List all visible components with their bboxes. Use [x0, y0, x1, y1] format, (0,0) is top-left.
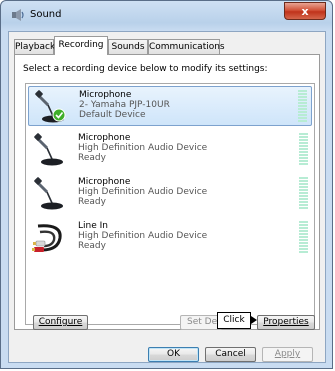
tab-communications[interactable]: Communications — [148, 39, 225, 54]
configure-label: Configure — [38, 317, 83, 327]
microphone-icon — [34, 133, 63, 166]
instruction-text: Select a recording device below to modif… — [23, 64, 268, 74]
level-meter — [299, 221, 308, 255]
device-item-microphone-hd-1[interactable]: Microphone High Definition Audio Device … — [28, 130, 312, 170]
device-description: High Definition Audio Device — [78, 231, 208, 241]
dialog-body: Playback Recording Sounds Communications… — [8, 31, 326, 363]
device-description: High Definition Audio Device — [78, 143, 208, 153]
device-item-microphone-yamaha[interactable]: Microphone 2- Yamaha PJP-10UR Default De… — [28, 86, 312, 126]
configure-button[interactable]: Configure — [33, 315, 88, 330]
window-title: Sound — [30, 9, 62, 20]
cancel-button[interactable]: Cancel — [205, 347, 256, 362]
microphone-icon — [34, 177, 63, 210]
microphone-icon — [35, 90, 66, 123]
line-in-cable-icon — [32, 224, 62, 252]
device-description: 2- Yamaha PJP-10UR — [79, 100, 170, 110]
ok-button[interactable]: OK — [148, 347, 199, 362]
device-item-microphone-hd-2[interactable]: Microphone High Definition Audio Device … — [28, 174, 312, 214]
set-default-label: Set Def — [187, 317, 221, 327]
device-status: Ready — [78, 153, 106, 163]
level-meter — [298, 90, 307, 124]
device-name: Microphone — [78, 177, 131, 187]
title-bar[interactable]: Sound x — [1, 1, 332, 28]
device-list[interactable]: Microphone 2- Yamaha PJP-10UR Default De… — [25, 83, 315, 325]
level-meter — [299, 177, 308, 211]
sound-dialog: Sound x Playback Recording Sounds Commun… — [0, 0, 333, 369]
apply-label: Apply — [274, 349, 301, 359]
tab-recording[interactable]: Recording — [54, 36, 108, 55]
recording-tab-panel: Select a recording device below to modif… — [14, 54, 320, 330]
level-meter — [299, 133, 308, 167]
callout-arrow-icon — [251, 316, 257, 324]
device-name: Line In — [78, 221, 108, 231]
speaker-icon — [12, 9, 24, 21]
apply-button[interactable]: Apply — [262, 347, 313, 362]
device-status: Ready — [78, 197, 106, 207]
close-button[interactable]: x — [284, 2, 326, 20]
device-status: Default Device — [79, 110, 146, 120]
device-name: Microphone — [78, 133, 131, 143]
device-description: High Definition Audio Device — [78, 187, 208, 197]
click-callout: Click — [217, 312, 251, 329]
set-default-button[interactable]: Set Def — [180, 315, 222, 330]
device-name: Microphone — [79, 90, 132, 100]
tab-playback[interactable]: Playback — [14, 39, 55, 54]
properties-label: Properties — [263, 317, 309, 327]
device-item-line-in[interactable]: Line In High Definition Audio Device Rea… — [28, 218, 312, 258]
tab-sounds[interactable]: Sounds — [108, 39, 148, 54]
properties-button[interactable]: Properties — [257, 315, 315, 330]
device-status: Ready — [78, 241, 106, 251]
